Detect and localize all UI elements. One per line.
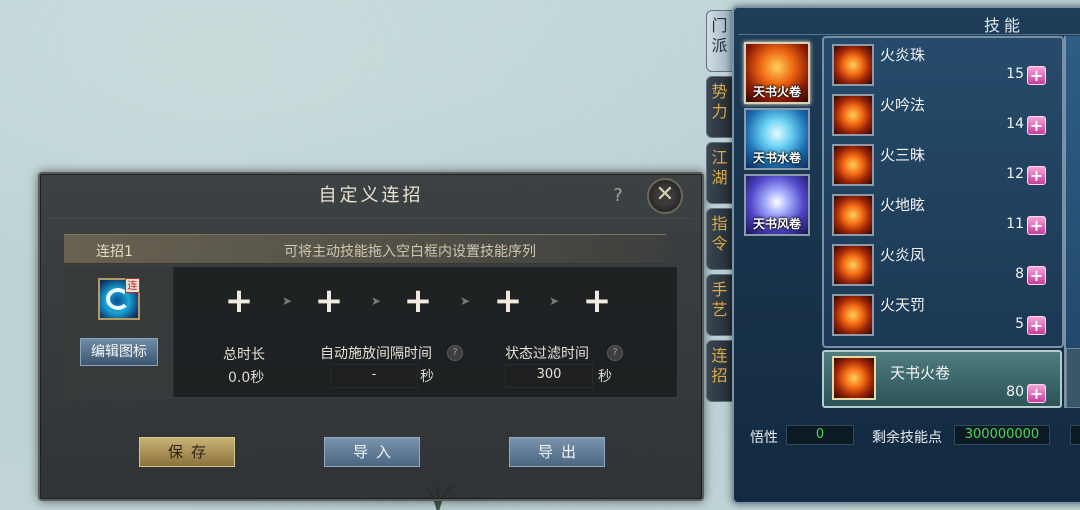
detail-plate	[1066, 348, 1080, 408]
level-up-button[interactable]: +	[1027, 166, 1046, 185]
fire-skill-icon[interactable]	[832, 194, 874, 236]
filter-time-unit: 秒	[598, 369, 612, 385]
filter-time-label: 状态过滤时间	[505, 346, 589, 362]
level-up-button[interactable]: +	[1027, 66, 1046, 85]
import-button[interactable]: 导入	[324, 437, 420, 467]
combo-icon-cell: 连 编辑图标	[65, 267, 174, 397]
combo-icon[interactable]: 连	[98, 278, 140, 320]
selected-skill-name: 天书火卷	[890, 364, 951, 382]
skill-name: 火三昧	[880, 146, 926, 164]
skill-level: 8	[1015, 266, 1024, 282]
filter-time-help-icon[interactable]: ?	[607, 345, 623, 361]
skill-slot-5[interactable]: +	[578, 283, 616, 321]
skill-level: 15	[1006, 66, 1024, 82]
skill-name: 火天罚	[880, 296, 926, 314]
book-wind[interactable]: 天书风卷	[744, 174, 810, 236]
auto-interval-help-icon[interactable]: ?	[447, 345, 463, 361]
level-up-button[interactable]: +	[1027, 316, 1046, 335]
edit-icon-button[interactable]: 编辑图标	[80, 338, 158, 366]
tab-faction-label: 势力	[711, 82, 728, 121]
custom-combo-dialog: 自定义连招 ? ✕ 连招1 可将主动技能拖入空白框内设置技能序列 连 编辑图标 …	[38, 172, 704, 501]
tab-command[interactable]: 指令	[706, 208, 732, 270]
skill-slot-4[interactable]: +	[489, 283, 527, 321]
skill-row[interactable]: 火炎珠 15 +	[830, 40, 1060, 90]
skill-row[interactable]: 火吟法 14 +	[830, 90, 1060, 140]
fire-book-icon[interactable]	[832, 356, 876, 400]
skill-list: 火炎珠 15 + 火吟法 14 + 火三昧 12 + 火地眩 11 + 火炎凤 …	[822, 36, 1064, 348]
level-up-button[interactable]: +	[1027, 266, 1046, 285]
combo-badge: 连	[125, 278, 140, 293]
combo-dialog-title: 自定义连招	[318, 185, 424, 206]
export-button[interactable]: 导出	[509, 437, 605, 467]
filter-time-input[interactable]: 300	[505, 364, 593, 388]
skill-detail-panel-edge	[1064, 36, 1080, 408]
help-icon[interactable]: ?	[607, 185, 629, 207]
auto-interval-unit: 秒	[420, 369, 434, 385]
book-water[interactable]: 天书水卷	[744, 108, 810, 170]
close-button[interactable]: ✕	[647, 178, 683, 214]
fire-skill-icon[interactable]	[832, 94, 874, 136]
header-divider	[738, 34, 1080, 35]
total-duration-value: 0.0秒	[228, 370, 265, 386]
arrow-right-icon: ➤	[370, 294, 382, 308]
level-up-button[interactable]: +	[1027, 384, 1046, 403]
arrow-right-icon: ➤	[548, 294, 560, 308]
wuxing-value: 0	[786, 425, 854, 445]
skill-slot-3[interactable]: +	[399, 283, 437, 321]
skill-slot-2[interactable]: +	[310, 283, 348, 321]
tab-command-label: 指令	[711, 214, 728, 253]
combo-hint: 可将主动技能拖入空白框内设置技能序列	[284, 244, 536, 260]
skill-name: 火地眩	[880, 196, 926, 214]
fire-skill-icon[interactable]	[832, 294, 874, 336]
combo-name[interactable]: 连招1	[96, 241, 133, 261]
save-button[interactable]: 保存	[139, 437, 235, 467]
skill-level: 5	[1015, 316, 1024, 332]
remaining-points-value: 300000000	[954, 425, 1050, 445]
remaining-points-label: 剩余技能点	[872, 430, 942, 446]
tab-jianghu-label: 江湖	[711, 148, 728, 187]
wuxing-label: 悟性	[750, 430, 778, 446]
skill-name: 火炎珠	[880, 46, 926, 64]
fire-skill-icon[interactable]	[832, 144, 874, 186]
skill-row[interactable]: 火三昧 12 +	[830, 140, 1060, 190]
skill-level: 11	[1006, 216, 1024, 232]
combo-editor: 连 编辑图标 + ➤ + ➤ + ➤ + ➤ + 总时长 0.0秒 自动施放间隔…	[64, 266, 678, 398]
fire-skill-icon[interactable]	[832, 244, 874, 286]
skill-name: 火炎凤	[880, 246, 926, 264]
skill-row[interactable]: 火炎凤 8 +	[830, 240, 1060, 290]
tab-sect-label: 门派	[711, 16, 728, 55]
skill-level: 14	[1006, 116, 1024, 132]
tab-sect[interactable]: 门派	[706, 10, 732, 72]
tab-combo[interactable]: 连招	[706, 340, 732, 402]
tab-jianghu[interactable]: 江湖	[706, 142, 732, 204]
level-up-button[interactable]: +	[1027, 116, 1046, 135]
auto-interval-input[interactable]: -	[330, 364, 418, 388]
level-up-button[interactable]: +	[1027, 216, 1046, 235]
book-wind-label: 天书风卷	[752, 217, 801, 231]
tab-craft[interactable]: 手艺	[706, 274, 732, 336]
book-fire[interactable]: 天书火卷	[744, 42, 810, 104]
skill-slot-1[interactable]: +	[220, 283, 258, 321]
fire-skill-icon[interactable]	[832, 44, 874, 86]
total-duration-label: 总时长	[223, 347, 265, 363]
arrow-right-icon: ➤	[281, 294, 293, 308]
tab-combo-label: 连招	[711, 346, 728, 385]
skill-level: 12	[1006, 166, 1024, 182]
book-water-label: 天书水卷	[752, 151, 801, 165]
book-fire-label: 天书火卷	[752, 85, 801, 99]
auto-interval-label: 自动施放间隔时间	[320, 346, 432, 362]
arrow-right-icon: ➤	[459, 294, 471, 308]
selected-skill-level: 80	[1006, 384, 1024, 400]
skill-row[interactable]: 火地眩 11 +	[830, 190, 1060, 240]
skill-row[interactable]: 火天罚 5 +	[830, 290, 1060, 340]
combo-banner: 连招1 可将主动技能拖入空白框内设置技能序列	[64, 234, 666, 264]
tab-craft-label: 手艺	[711, 280, 728, 319]
stat-box-partial	[1070, 425, 1080, 445]
selected-book-skill[interactable]: 天书火卷 80 +	[822, 350, 1062, 408]
title-divider	[50, 218, 692, 219]
skill-name: 火吟法	[880, 96, 926, 114]
skills-panel-title: 技能	[984, 16, 1025, 35]
tab-faction[interactable]: 势力	[706, 76, 732, 138]
